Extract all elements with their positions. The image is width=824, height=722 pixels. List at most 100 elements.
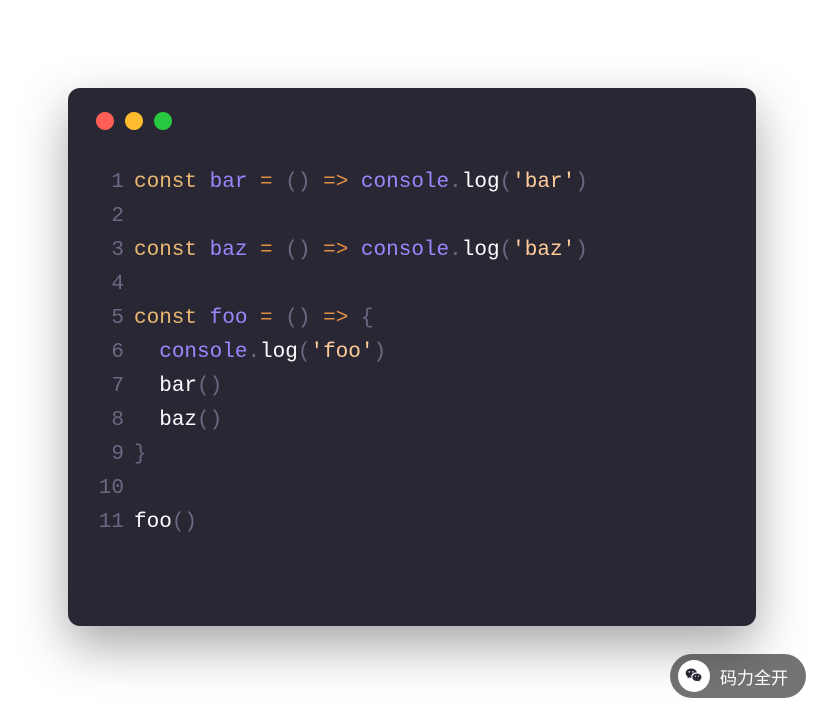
token-plain — [273, 239, 286, 262]
code-line: 1const bar = () => console.log('bar') — [96, 166, 728, 200]
token-paren: ( — [285, 307, 298, 330]
token-string: 'foo' — [310, 341, 373, 364]
token-ident: console — [361, 239, 449, 262]
line-content: foo() — [134, 506, 728, 540]
token-op: = — [260, 239, 273, 262]
token-paren: ) — [184, 511, 197, 534]
token-paren: ( — [500, 171, 513, 194]
line-content — [134, 268, 728, 302]
line-number: 2 — [96, 200, 134, 234]
line-content: } — [134, 438, 728, 472]
code-line: 8 baz() — [96, 404, 728, 438]
token-dot: . — [449, 171, 462, 194]
code-line: 6 console.log('foo') — [96, 336, 728, 370]
token-brace: } — [134, 443, 147, 466]
token-plain — [348, 307, 361, 330]
token-ident: baz — [210, 239, 248, 262]
token-op: = — [260, 171, 273, 194]
token-plain — [134, 375, 159, 398]
code-area[interactable]: 1const bar = () => console.log('bar')23c… — [68, 130, 756, 564]
line-number: 10 — [96, 472, 134, 506]
token-ident: foo — [210, 307, 248, 330]
token-paren: ) — [298, 171, 311, 194]
token-keyword: const — [134, 171, 210, 194]
line-number: 6 — [96, 336, 134, 370]
code-line: 4 — [96, 268, 728, 302]
token-paren: ) — [575, 171, 588, 194]
token-plain — [134, 409, 159, 432]
token-paren: ) — [575, 239, 588, 262]
code-line: 10 — [96, 472, 728, 506]
token-plain — [310, 307, 323, 330]
line-content: const baz = () => console.log('baz') — [134, 234, 728, 268]
token-keyword: const — [134, 239, 210, 262]
token-op: = — [260, 307, 273, 330]
token-plain — [247, 307, 260, 330]
token-paren: ( — [197, 375, 210, 398]
line-content — [134, 200, 728, 234]
token-dot: . — [247, 341, 260, 364]
code-line: 9} — [96, 438, 728, 472]
code-line: 3const baz = () => console.log('baz') — [96, 234, 728, 268]
minimize-icon[interactable] — [125, 112, 143, 130]
token-call: bar — [159, 375, 197, 398]
token-plain — [348, 171, 361, 194]
token-paren: ( — [285, 171, 298, 194]
token-paren: ) — [210, 375, 223, 398]
editor-window: 1const bar = () => console.log('bar')23c… — [68, 88, 756, 626]
line-content: console.log('foo') — [134, 336, 728, 370]
line-number: 8 — [96, 404, 134, 438]
line-number: 3 — [96, 234, 134, 268]
wechat-icon — [678, 660, 710, 692]
token-paren: ( — [285, 239, 298, 262]
token-plain — [247, 171, 260, 194]
line-number: 5 — [96, 302, 134, 336]
token-op: => — [323, 171, 348, 194]
line-content: baz() — [134, 404, 728, 438]
token-paren: ( — [500, 239, 513, 262]
line-number: 1 — [96, 166, 134, 200]
token-string: 'bar' — [512, 171, 575, 194]
token-brace: { — [361, 307, 374, 330]
token-op: => — [323, 307, 348, 330]
token-paren: ( — [197, 409, 210, 432]
token-call: log — [462, 171, 500, 194]
watermark-badge: 码力全开 — [670, 654, 806, 698]
token-string: 'baz' — [512, 239, 575, 262]
line-content: const foo = () => { — [134, 302, 728, 336]
token-plain — [134, 341, 159, 364]
token-keyword: const — [134, 307, 210, 330]
token-plain — [310, 171, 323, 194]
close-icon[interactable] — [96, 112, 114, 130]
token-ident: console — [159, 341, 247, 364]
code-line: 11foo() — [96, 506, 728, 540]
window-controls — [68, 88, 756, 130]
token-plain — [273, 171, 286, 194]
token-call: foo — [134, 511, 172, 534]
line-number: 4 — [96, 268, 134, 302]
line-content: const bar = () => console.log('bar') — [134, 166, 728, 200]
token-plain — [310, 239, 323, 262]
token-plain — [247, 239, 260, 262]
token-plain — [348, 239, 361, 262]
token-call: baz — [159, 409, 197, 432]
token-paren: ) — [298, 307, 311, 330]
line-number: 9 — [96, 438, 134, 472]
code-line: 5const foo = () => { — [96, 302, 728, 336]
token-plain — [273, 307, 286, 330]
maximize-icon[interactable] — [154, 112, 172, 130]
token-ident: bar — [210, 171, 248, 194]
line-content — [134, 472, 728, 506]
line-number: 11 — [96, 506, 134, 540]
token-op: => — [323, 239, 348, 262]
token-dot: . — [449, 239, 462, 262]
token-paren: ( — [298, 341, 311, 364]
watermark-text: 码力全开 — [720, 664, 788, 689]
token-paren: ) — [210, 409, 223, 432]
line-number: 7 — [96, 370, 134, 404]
code-line: 2 — [96, 200, 728, 234]
code-line: 7 bar() — [96, 370, 728, 404]
token-call: log — [462, 239, 500, 262]
token-paren: ) — [373, 341, 386, 364]
line-content: bar() — [134, 370, 728, 404]
